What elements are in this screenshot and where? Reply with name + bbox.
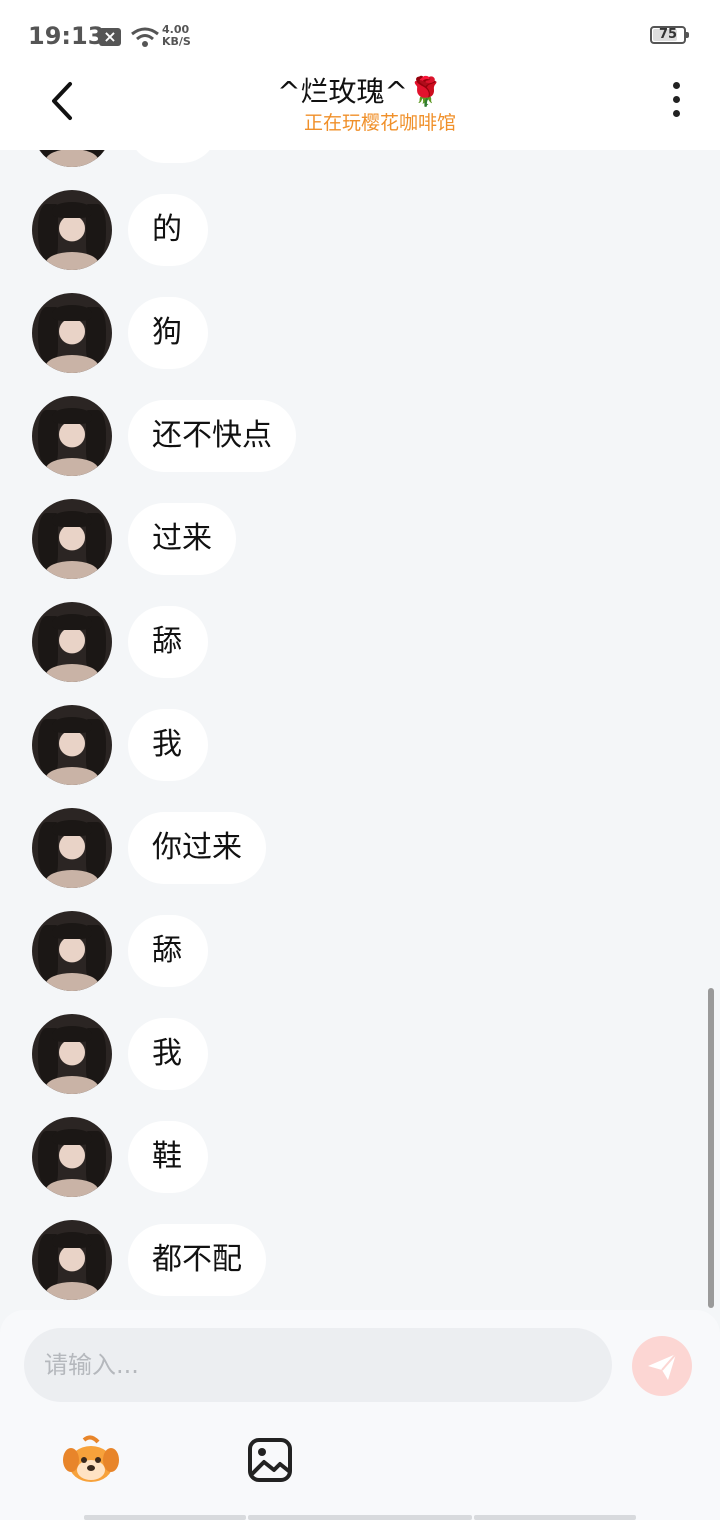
message-bubble[interactable]: 过来 (128, 503, 236, 575)
avatar[interactable] (32, 808, 112, 888)
message-bubble[interactable] (128, 150, 218, 163)
message-bubble[interactable]: 狗 (128, 297, 208, 369)
scrollbar[interactable] (708, 988, 714, 1308)
message-bubble[interactable]: 你过来 (128, 812, 266, 884)
avatar[interactable] (32, 1014, 112, 1094)
send-button[interactable] (632, 1336, 692, 1396)
message-row: 还不快点 (32, 396, 632, 476)
message-input[interactable] (24, 1328, 612, 1402)
chat-status-subtitle: 正在玩樱花咖啡馆 (303, 112, 456, 134)
avatar[interactable] (32, 911, 112, 991)
network-speed-unit: KB/S (162, 35, 191, 48)
composer (0, 1310, 720, 1520)
more-options-icon[interactable] (664, 82, 688, 122)
message-row: 你过来 (32, 808, 632, 888)
battery-icon: 75 (650, 26, 689, 44)
dog-emoji-icon[interactable] (62, 1434, 120, 1486)
avatar[interactable] (32, 190, 112, 270)
avatar[interactable] (32, 705, 112, 785)
message-row: 舔 (32, 602, 632, 682)
avatar[interactable] (32, 396, 112, 476)
image-icon[interactable] (246, 1436, 294, 1484)
status-time: 19:13 (28, 22, 105, 50)
network-speed: 4.00 KB/S (162, 24, 191, 48)
avatar[interactable] (32, 150, 112, 167)
message-row: 舔 (32, 911, 632, 991)
message-bubble[interactable]: 还不快点 (128, 400, 296, 472)
message-row: 我 (32, 705, 632, 785)
paper-plane-icon (648, 1353, 677, 1380)
wifi-icon (131, 27, 159, 47)
avatar[interactable] (32, 1220, 112, 1300)
avatar[interactable] (32, 499, 112, 579)
message-row: 狗 (32, 293, 632, 373)
message-row: 过来 (32, 499, 632, 579)
avatar[interactable] (32, 602, 112, 682)
avatar[interactable] (32, 293, 112, 373)
bottom-tab-indicators (84, 1515, 636, 1520)
message-row: 都不配 (32, 1220, 632, 1300)
message-row: 我 (32, 1014, 632, 1094)
message-row: 的 (32, 190, 632, 270)
chat-title: ^烂玫瑰^🌹 (277, 75, 443, 108)
chat-header: ^烂玫瑰^🌹 正在玩樱花咖啡馆 (0, 60, 720, 150)
message-bubble[interactable]: 我 (128, 1018, 208, 1090)
battery-level: 75 (658, 27, 678, 42)
message-bubble[interactable]: 的 (128, 194, 208, 266)
message-list[interactable]: 的 狗 还不快点 过来 舔 我 你过来 舔 我 鞋 都不配 (0, 150, 720, 1310)
message-bubble[interactable]: 舔 (128, 915, 208, 987)
message-row: 鞋 (32, 1117, 632, 1197)
message-bubble[interactable]: 舔 (128, 606, 208, 678)
message-bubble[interactable]: 鞋 (128, 1121, 208, 1193)
message-bubble[interactable]: 我 (128, 709, 208, 781)
message-bubble[interactable]: 都不配 (128, 1224, 266, 1296)
avatar[interactable] (32, 1117, 112, 1197)
notification-x-icon: × (99, 28, 121, 46)
message-row (32, 150, 632, 167)
